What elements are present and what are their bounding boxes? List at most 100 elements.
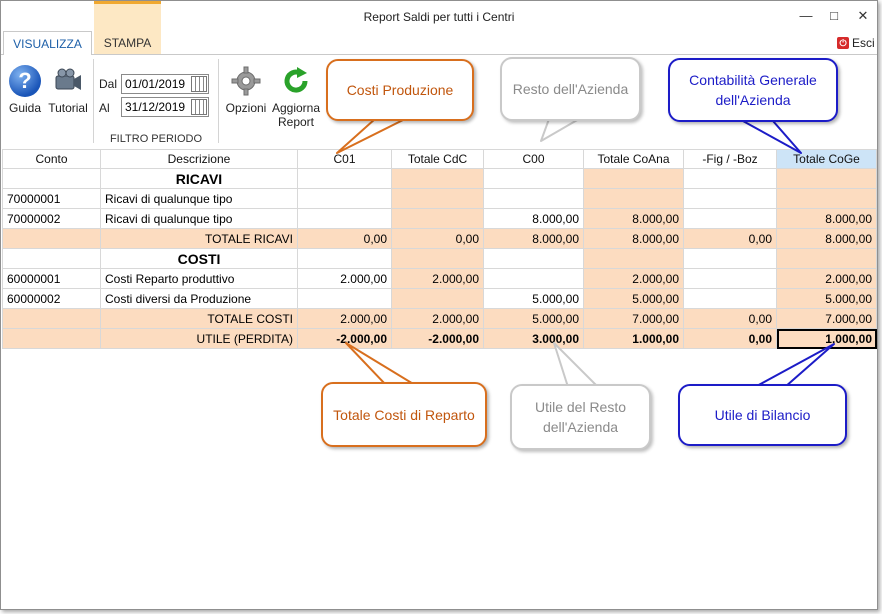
cell-c00[interactable]: 8.000,00 <box>483 208 584 229</box>
cell-conto[interactable] <box>2 328 101 349</box>
table-row[interactable]: 70000001 Ricavi di qualunque tipo <box>2 188 877 209</box>
cell[interactable] <box>683 248 777 269</box>
cell-totale-coge[interactable]: 2.000,00 <box>776 268 877 289</box>
minimize-icon[interactable]: — <box>794 7 818 25</box>
cell-totale-coana[interactable]: 8.000,00 <box>583 228 684 249</box>
cell-totale-coana[interactable]: 1.000,00 <box>583 328 684 349</box>
cell-totale-cdc[interactable]: 0,00 <box>391 228 484 249</box>
opzioni-button[interactable]: Opzioni <box>223 65 269 115</box>
cell-fig-boz[interactable] <box>683 208 777 229</box>
column-header-totale-coge[interactable]: Totale CoGe <box>776 149 877 169</box>
cell-c00[interactable] <box>483 268 584 289</box>
guida-button[interactable]: ? Guida <box>7 65 43 115</box>
calendar-icon[interactable] <box>191 99 207 115</box>
cell-c00[interactable] <box>483 188 584 209</box>
cell[interactable] <box>483 168 584 189</box>
cell-conto[interactable] <box>2 228 101 249</box>
cell[interactable] <box>2 168 101 189</box>
cell-totale-coana[interactable]: 2.000,00 <box>583 268 684 289</box>
cell-totale-cdc[interactable]: 2.000,00 <box>391 308 484 329</box>
table-row[interactable]: 60000001 Costi Reparto produttivo 2.000,… <box>2 268 877 289</box>
cell[interactable] <box>391 248 484 269</box>
cell-descrizione[interactable]: Costi diversi da Produzione <box>100 288 298 309</box>
cell-fig-boz[interactable]: 0,00 <box>683 228 777 249</box>
cell-totale-coge[interactable]: 8.000,00 <box>776 228 877 249</box>
cell-conto[interactable]: 70000002 <box>2 208 101 229</box>
cell-totale-coana[interactable]: 7.000,00 <box>583 308 684 329</box>
cell-totale-cdc[interactable] <box>391 288 484 309</box>
cell[interactable] <box>297 248 392 269</box>
filtro-periodo-label: FILTRO PERIODO <box>109 133 203 145</box>
al-date-field[interactable]: 31/12/2019 <box>121 97 209 117</box>
column-header-totale-coana[interactable]: Totale CoAna <box>583 149 684 169</box>
cell-totale-coge[interactable] <box>776 188 877 209</box>
esci-button[interactable]: ⏻ Esci <box>837 34 875 52</box>
cell-c01[interactable]: -2.000,00 <box>297 328 392 349</box>
table-row[interactable]: 60000002 Costi diversi da Produzione 5.0… <box>2 288 877 309</box>
cell-c00[interactable]: 5.000,00 <box>483 308 584 329</box>
cell-c00[interactable]: 5.000,00 <box>483 288 584 309</box>
calendar-icon[interactable] <box>191 76 207 92</box>
cell-c01[interactable]: 0,00 <box>297 228 392 249</box>
cell-fig-boz[interactable]: 0,00 <box>683 308 777 329</box>
cell-descrizione[interactable]: Ricavi di qualunque tipo <box>100 208 298 229</box>
cell-totale-coge[interactable]: 7.000,00 <box>776 308 877 329</box>
cell-totale-coana[interactable]: 5.000,00 <box>583 288 684 309</box>
total-row-ricavi[interactable]: TOTALE RICAVI 0,00 0,00 8.000,00 8.000,0… <box>2 228 877 249</box>
cell-totale-coge-selected[interactable]: 1.000,00 <box>776 328 877 349</box>
cell[interactable] <box>776 248 877 269</box>
cell-c00[interactable]: 8.000,00 <box>483 228 584 249</box>
cell-fig-boz[interactable] <box>683 288 777 309</box>
cell-totale-cdc[interactable] <box>391 188 484 209</box>
cell-fig-boz[interactable] <box>683 268 777 289</box>
cell-totale-coana[interactable] <box>583 188 684 209</box>
cell-c01[interactable] <box>297 288 392 309</box>
tab-visualizza[interactable]: VISUALIZZA <box>3 31 92 55</box>
table-row[interactable]: 70000002 Ricavi di qualunque tipo 8.000,… <box>2 208 877 229</box>
column-header-totale-cdc[interactable]: Totale CdC <box>391 149 484 169</box>
cell-totale-coge[interactable]: 8.000,00 <box>776 208 877 229</box>
cell-conto[interactable]: 70000001 <box>2 188 101 209</box>
column-header-c00[interactable]: C00 <box>483 149 584 169</box>
dal-date-field[interactable]: 01/01/2019 <box>121 74 209 94</box>
cell[interactable] <box>297 168 392 189</box>
cell-c01[interactable] <box>297 208 392 229</box>
tab-stampa[interactable]: STAMPA <box>94 31 161 55</box>
cell-totale-coge[interactable]: 5.000,00 <box>776 288 877 309</box>
cell-conto[interactable]: 60000001 <box>2 268 101 289</box>
cell-fig-boz[interactable] <box>683 188 777 209</box>
cell-descrizione[interactable]: Ricavi di qualunque tipo <box>100 188 298 209</box>
cell[interactable] <box>483 248 584 269</box>
cell-c01[interactable]: 2.000,00 <box>297 308 392 329</box>
column-header-conto[interactable]: Conto <box>2 149 101 169</box>
cell-descrizione[interactable]: Costi Reparto produttivo <box>100 268 298 289</box>
cell-fig-boz[interactable]: 0,00 <box>683 328 777 349</box>
total-row-costi[interactable]: TOTALE COSTI 2.000,00 2.000,00 5.000,00 … <box>2 308 877 329</box>
cell-totale-cdc[interactable]: -2.000,00 <box>391 328 484 349</box>
cell-conto[interactable]: 60000002 <box>2 288 101 309</box>
aggiorna-report-button[interactable]: Aggiorna Report <box>269 65 323 129</box>
cell-c01[interactable] <box>297 188 392 209</box>
tutorial-button[interactable]: Tutorial <box>46 65 90 115</box>
cell-c01[interactable]: 2.000,00 <box>297 268 392 289</box>
maximize-icon[interactable]: □ <box>822 7 846 25</box>
refresh-icon <box>280 65 312 97</box>
cell-totale-cdc[interactable] <box>391 208 484 229</box>
video-camera-icon <box>52 65 84 97</box>
cell[interactable] <box>583 168 684 189</box>
column-header-c01[interactable]: C01 <box>297 149 392 169</box>
cell-c00[interactable]: 3.000,00 <box>483 328 584 349</box>
close-icon[interactable]: ✕ <box>851 7 875 25</box>
cell-totale-cdc[interactable]: 2.000,00 <box>391 268 484 289</box>
cell-conto[interactable] <box>2 308 101 329</box>
cell[interactable] <box>683 168 777 189</box>
cell[interactable] <box>391 168 484 189</box>
cell[interactable] <box>2 248 101 269</box>
section-row-ricavi: RICAVI <box>2 168 877 189</box>
total-row-utile[interactable]: UTILE (PERDITA) -2.000,00 -2.000,00 3.00… <box>2 328 877 349</box>
column-header-descrizione[interactable]: Descrizione <box>100 149 298 169</box>
cell[interactable] <box>583 248 684 269</box>
cell[interactable] <box>776 168 877 189</box>
column-header-fig-boz[interactable]: -Fig / -Boz <box>683 149 777 169</box>
cell-totale-coana[interactable]: 8.000,00 <box>583 208 684 229</box>
